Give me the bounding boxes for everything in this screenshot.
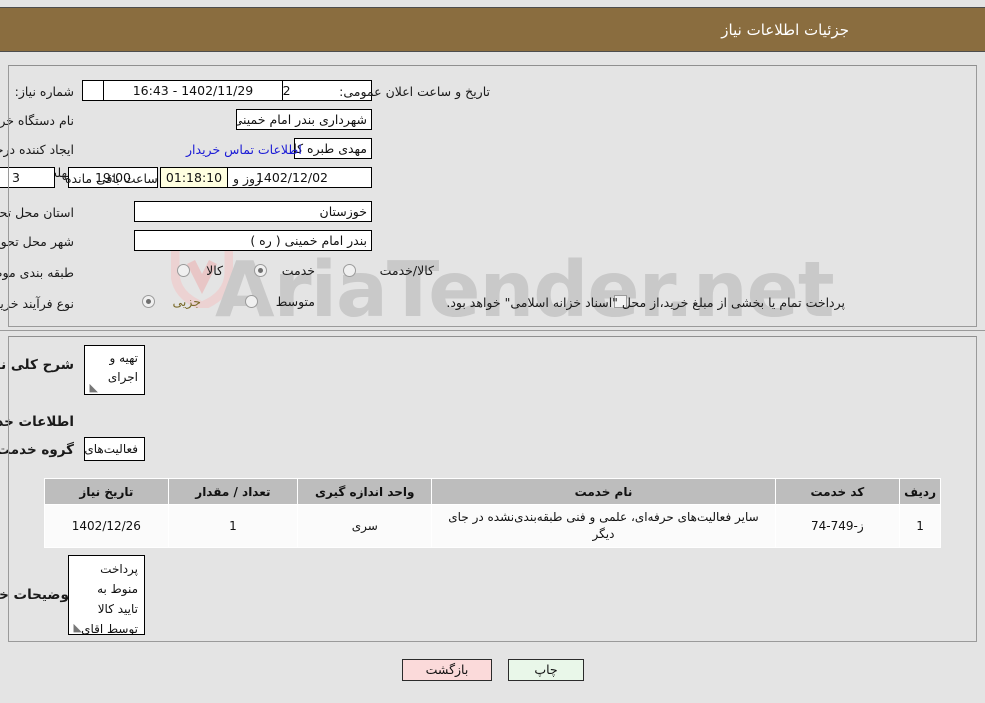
cell-code: ز-749-74 [774, 504, 901, 548]
services-table: ردیف کد خدمت نام خدمت واحد اندازه گیری ت… [44, 478, 941, 548]
col-unit: واحد اندازه گیری [297, 478, 433, 505]
cell-quantity: 1 [167, 504, 299, 548]
cell-name: سایر فعالیت‌های حرفه‌ای، علمی و فنی طبقه… [431, 504, 776, 548]
cell-index: 1 [899, 504, 941, 548]
back-button[interactable]: بازگشت [402, 659, 492, 681]
page-root: AriaTender.net جزئیات اطلاعات نیاز شماره… [0, 0, 985, 703]
col-quantity: تعداد / مقدار [167, 478, 299, 505]
col-code: کد خدمت [774, 478, 901, 505]
col-date: تاریخ نیاز [44, 478, 169, 505]
table-header-row: ردیف کد خدمت نام خدمت واحد اندازه گیری ت… [44, 478, 941, 505]
page-title: جزئیات اطلاعات نیاز [721, 20, 849, 39]
table-row: 1 ز-749-74 سایر فعالیت‌های حرفه‌ای، علمی… [44, 504, 941, 548]
cell-need-date: 1402/12/26 [44, 504, 169, 548]
need-info-panel [8, 65, 977, 327]
col-name: نام خدمت [431, 478, 776, 505]
print-button[interactable]: چاپ [508, 659, 584, 681]
section-divider [0, 330, 985, 331]
cell-unit: سری [297, 504, 433, 548]
col-index: ردیف [899, 478, 941, 505]
page-title-bar: جزئیات اطلاعات نیاز [0, 7, 985, 52]
